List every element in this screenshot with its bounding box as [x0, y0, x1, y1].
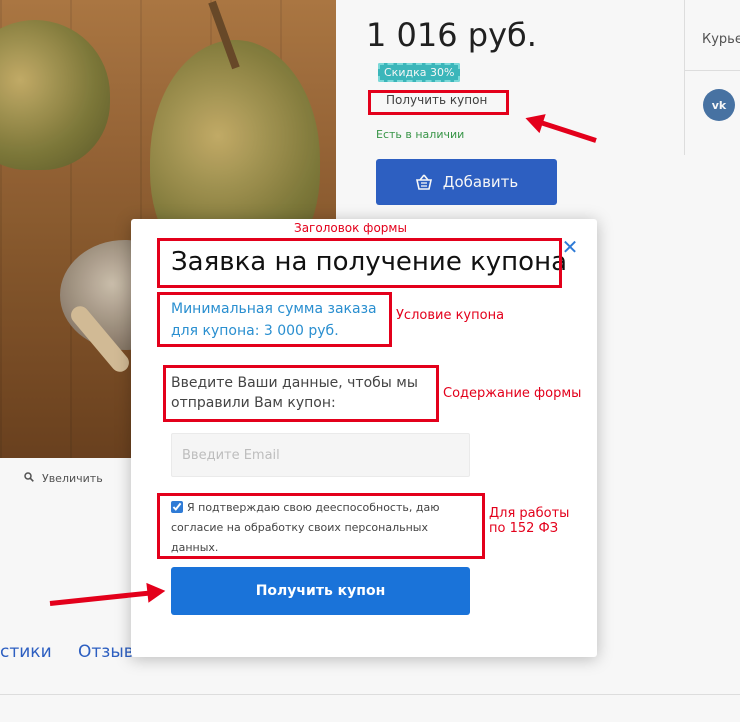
get-coupon-button[interactable]: Получить купон — [171, 567, 470, 615]
annotation-box-consent — [157, 493, 485, 559]
annotation-law-label-2: по 152 ФЗ — [489, 521, 559, 536]
annotation-box-coupon-link — [368, 90, 509, 115]
annotation-box-content — [163, 365, 439, 422]
annotation-box-condition — [157, 292, 392, 347]
annotation-box-title — [157, 238, 562, 288]
email-field[interactable] — [171, 433, 470, 477]
annotation-title-label: Заголовок формы — [294, 221, 407, 235]
annotation-condition-label: Условие купона — [396, 308, 505, 323]
annotation-content-label: Содержание формы — [443, 386, 582, 401]
annotation-law-label-1: Для работы — [489, 506, 570, 521]
